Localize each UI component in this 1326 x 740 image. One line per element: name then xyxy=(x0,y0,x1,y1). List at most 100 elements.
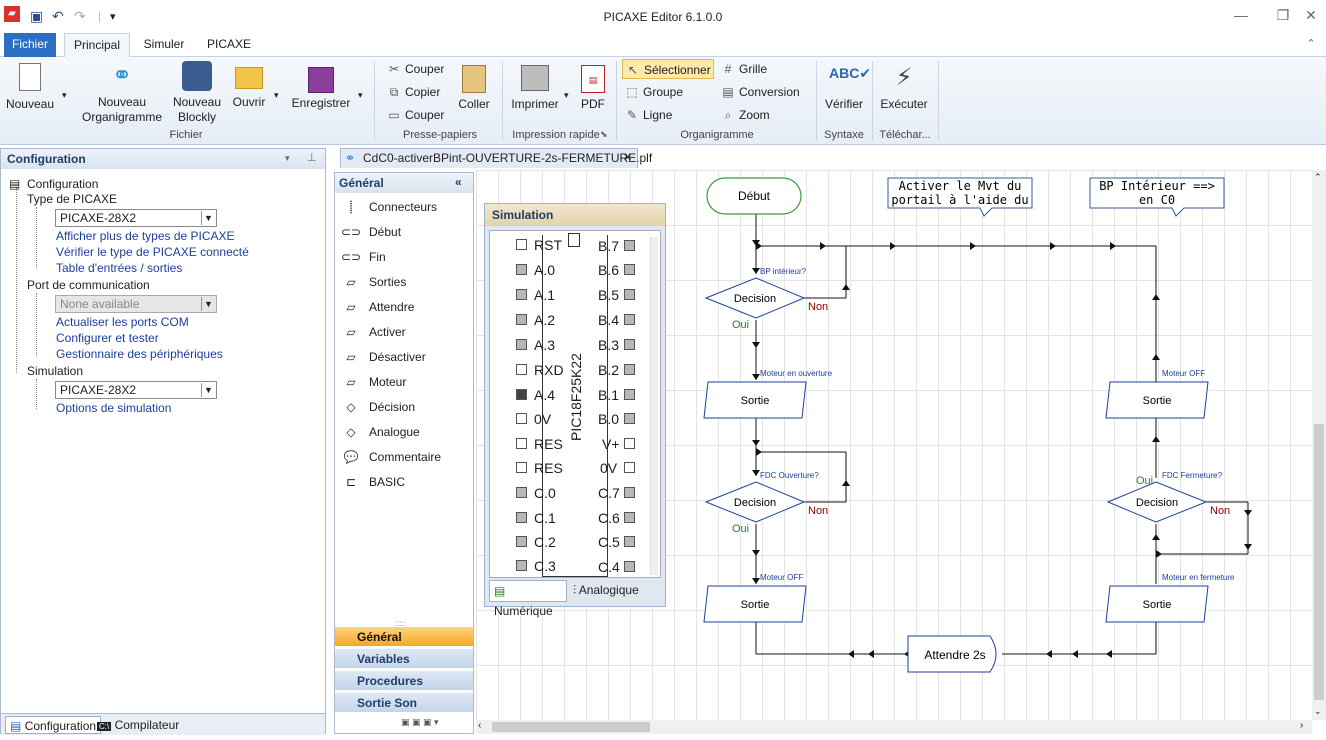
picaxe-type-select[interactable]: PICAXE-28X2 ▼ xyxy=(55,209,217,227)
category-variables[interactable]: Variables xyxy=(335,648,473,668)
pin-c1-led[interactable] xyxy=(516,512,527,523)
palette-attendre[interactable]: ▱ Attendre xyxy=(341,297,414,317)
nouveau-blockly-button[interactable]: Nouveau Blockly xyxy=(170,61,224,125)
category-overflow-icons[interactable]: ▣ ▣ ▣ ▾ xyxy=(401,717,439,728)
palette-activer[interactable]: ▱ Activer xyxy=(341,322,405,342)
pin-c3-led[interactable] xyxy=(516,560,527,571)
grille-button[interactable]: # Grille xyxy=(720,59,767,79)
close-tab-icon[interactable]: ✕ xyxy=(623,149,632,167)
pin-vplus-led[interactable] xyxy=(624,438,635,449)
enregistrer-button[interactable]: Enregistrer xyxy=(290,67,352,111)
pin-c4-led[interactable] xyxy=(624,561,635,572)
tab-configuration[interactable]: ▤ Configuration xyxy=(5,716,102,734)
pin-b6-led[interactable] xyxy=(624,264,635,275)
pin-res2-led[interactable] xyxy=(516,462,527,473)
palette-fin[interactable]: ⊂⊃ Fin xyxy=(341,247,386,267)
pin-a4-led[interactable] xyxy=(516,389,527,400)
palette-sorties[interactable]: ▱ Sorties xyxy=(341,272,406,292)
pin-a0-led[interactable] xyxy=(516,264,527,275)
pin-rxd-led[interactable] xyxy=(516,364,527,375)
palette-basic[interactable]: ⊏ BASIC xyxy=(341,472,405,492)
collapse-icon[interactable]: « xyxy=(455,175,462,189)
pin-icon[interactable]: ⊥ xyxy=(307,151,317,164)
scroll-right-icon[interactable]: › xyxy=(1300,720,1303,731)
enregistrer-dropdown-icon[interactable]: ▾ xyxy=(358,85,363,105)
pin-a2-led[interactable] xyxy=(516,314,527,325)
pin-c2-led[interactable] xyxy=(516,536,527,547)
ligne-button[interactable]: ✎ Ligne xyxy=(622,105,672,125)
pin-a3-led[interactable] xyxy=(516,339,527,350)
ouvrir-dropdown-icon[interactable]: ▾ xyxy=(274,85,279,105)
chip-scrollbar[interactable] xyxy=(650,237,658,575)
palette-commentaire[interactable]: 💬 Commentaire xyxy=(341,447,442,467)
category-procedures[interactable]: Procedures xyxy=(335,670,473,690)
link-table-io[interactable]: Table d'entrées / sorties xyxy=(56,261,182,275)
tab-numerique[interactable]: ▤ Numérique xyxy=(489,580,567,618)
pin-res1-led[interactable] xyxy=(516,438,527,449)
tab-principal[interactable]: Principal xyxy=(64,33,130,58)
horizontal-scroll-thumb[interactable] xyxy=(492,722,650,732)
pin-0v-led[interactable] xyxy=(516,413,527,424)
nouveau-button[interactable]: Nouveau xyxy=(4,63,56,112)
copier-button[interactable]: ⧉ Copier xyxy=(386,82,441,102)
nouveau-dropdown-icon[interactable]: ▾ xyxy=(62,85,67,105)
document-tab[interactable]: ⚭ CdC0-activerBPint-OUVERTURE-2s-FERMETU… xyxy=(340,148,652,168)
pin-b3-led[interactable] xyxy=(624,339,635,350)
verifier-button[interactable]: ABC✔ Vérifier xyxy=(820,63,871,112)
panel-dropdown-icon[interactable]: ▾ xyxy=(285,153,290,164)
tree-type-picaxe[interactable]: Type de PICAXE xyxy=(27,192,117,206)
tab-compilateur[interactable]: C:\ Compilateur xyxy=(93,716,183,734)
simulation-select[interactable]: PICAXE-28X2 ▼ xyxy=(55,381,217,399)
scroll-left-icon[interactable]: ‹ xyxy=(478,720,481,731)
pin-b0-led[interactable] xyxy=(624,413,635,424)
maximize-icon[interactable]: ❐ xyxy=(1268,4,1298,26)
palette-moteur[interactable]: ▱ Moteur xyxy=(341,372,406,392)
tab-picaxe[interactable]: PICAXE xyxy=(200,33,258,57)
palette-debut[interactable]: ⊂⊃ Début xyxy=(341,222,401,242)
tree-port-communication[interactable]: Port de communication xyxy=(27,278,150,292)
palette-connecteurs[interactable]: ⸽ Connecteurs xyxy=(341,197,437,217)
pin-b7-led[interactable] xyxy=(624,240,635,251)
palette-analogue[interactable]: ◇ Analogue xyxy=(341,422,419,442)
pin-b1-led[interactable] xyxy=(624,389,635,400)
dialog-launcher-icon[interactable]: ⬊ xyxy=(600,127,608,141)
link-actualiser-ports[interactable]: Actualiser les ports COM xyxy=(56,315,189,329)
palette-decision[interactable]: ◇ Décision xyxy=(341,397,415,417)
link-verifier-type[interactable]: Vérifier le type de PICAXE connecté xyxy=(56,245,249,259)
link-options-simulation[interactable]: Options de simulation xyxy=(56,401,171,415)
scroll-up-icon[interactable]: ⌃ xyxy=(1314,172,1322,183)
pin-c7-led[interactable] xyxy=(624,487,635,498)
port-select[interactable]: None available ▼ xyxy=(55,295,217,313)
collapse-ribbon-icon[interactable]: ⌃ xyxy=(1296,33,1326,55)
tab-analogique[interactable]: ⫶ Analogique xyxy=(569,580,661,602)
pin-b2-led[interactable] xyxy=(624,364,635,375)
pin-a1-led[interactable] xyxy=(516,289,527,300)
tree-configuration[interactable]: Configuration xyxy=(27,177,98,191)
pin-c6-led[interactable] xyxy=(624,512,635,523)
pin-c0-led[interactable] xyxy=(516,487,527,498)
link-gestionnaire[interactable]: Gestionnaire des périphériques xyxy=(56,347,223,361)
ouvrir-button[interactable]: Ouvrir xyxy=(230,67,268,110)
executer-button[interactable]: ⚡ Exécuter xyxy=(876,63,932,112)
tab-fichier[interactable]: Fichier xyxy=(4,33,56,57)
couper2-button[interactable]: ▭ Couper xyxy=(386,105,444,125)
pdf-button[interactable]: ▤ PDF xyxy=(576,65,610,112)
scroll-down-icon[interactable]: ⌄ xyxy=(1314,706,1322,717)
link-afficher-types[interactable]: Afficher plus de types de PICAXE xyxy=(56,229,235,243)
tab-simuler[interactable]: Simuler xyxy=(138,33,190,57)
groupe-button[interactable]: ⬚ Groupe xyxy=(622,82,683,102)
vertical-scroll-thumb[interactable] xyxy=(1314,424,1324,700)
pin-b5-led[interactable] xyxy=(624,289,635,300)
pin-c5-led[interactable] xyxy=(624,536,635,547)
couper-button[interactable]: ✂ Couper xyxy=(386,59,444,79)
vertical-scrollbar[interactable]: ⌃ ⌄ xyxy=(1312,170,1326,720)
pin-rst-led[interactable] xyxy=(516,239,527,250)
palette-desactiver[interactable]: ▱ Désactiver xyxy=(341,347,425,367)
horizontal-scrollbar[interactable]: ‹ › xyxy=(476,720,1312,734)
conversion-button[interactable]: ▤ Conversion xyxy=(720,82,799,102)
category-general[interactable]: Général xyxy=(335,626,473,646)
category-sortie-son[interactable]: Sortie Son xyxy=(335,692,473,712)
pin-b4-led[interactable] xyxy=(624,314,635,325)
close-icon[interactable]: ✕ xyxy=(1296,4,1326,26)
zoom-button[interactable]: ⌕ Zoom xyxy=(720,105,770,125)
